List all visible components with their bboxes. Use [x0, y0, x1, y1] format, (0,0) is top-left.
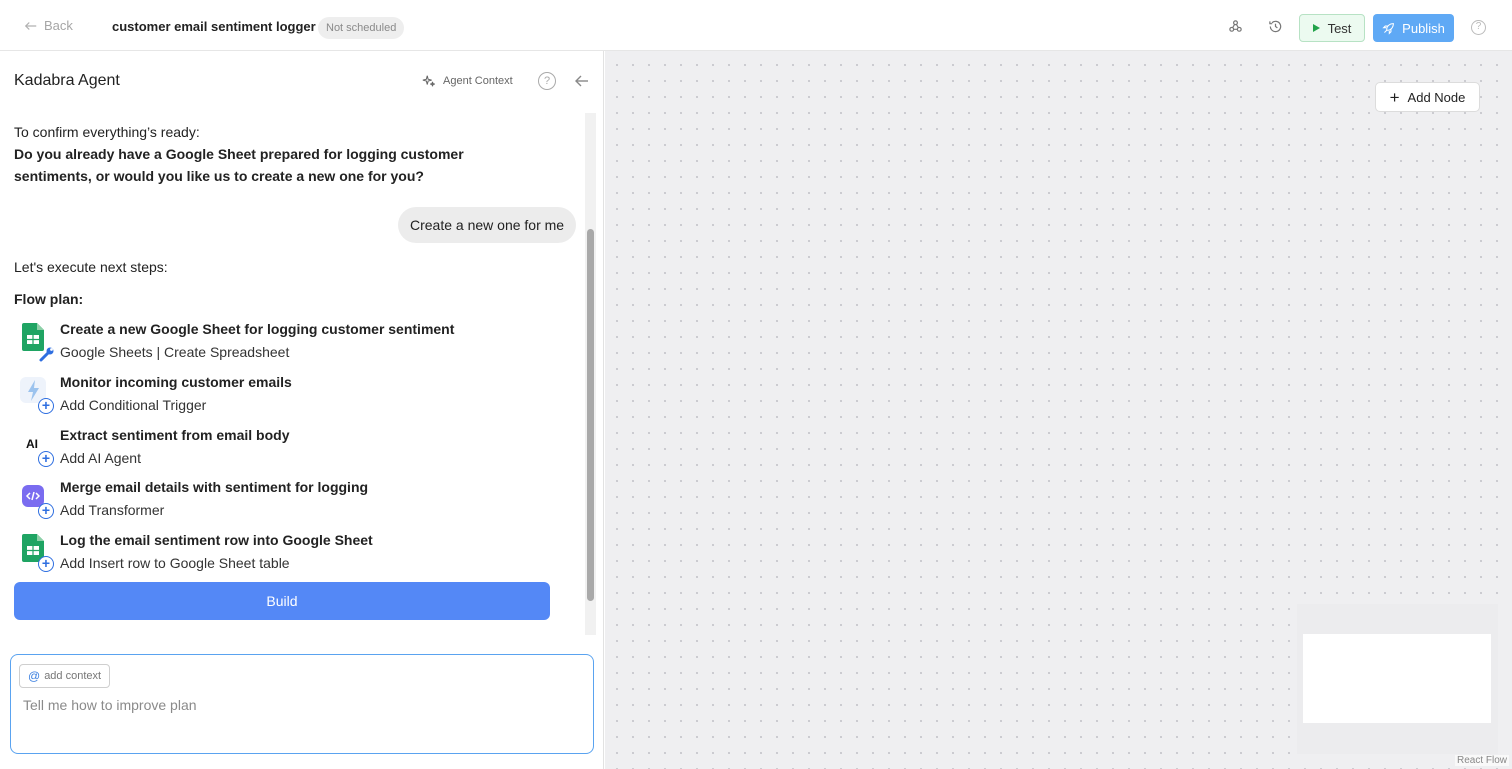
- agent-question: Do you already have a Google Sheet prepa…: [14, 146, 464, 184]
- next-steps-text: Let's execute next steps:: [14, 259, 168, 275]
- flow-plan-heading: Flow plan:: [14, 291, 84, 307]
- step-title: Create a new Google Sheet for logging cu…: [60, 321, 455, 337]
- agent-context-button[interactable]: Agent Context: [422, 74, 513, 88]
- back-label: Back: [44, 18, 73, 33]
- step-title: Log the email sentiment row into Google …: [60, 532, 373, 548]
- flow-title[interactable]: customer email sentiment logger: [112, 19, 316, 34]
- plan-step: + Monitor incoming customer emails Add C…: [14, 374, 574, 420]
- add-node-label: Add Node: [1407, 89, 1466, 105]
- add-plus-icon: +: [38, 503, 54, 519]
- add-plus-icon: +: [38, 398, 54, 414]
- webhook-icon[interactable]: [1226, 17, 1244, 35]
- wrench-icon: [39, 347, 54, 362]
- svg-text:AI: AI: [26, 437, 38, 451]
- panel-help-icon[interactable]: ?: [538, 72, 556, 90]
- flow-canvas[interactable]: + Add Node React Flow: [605, 51, 1512, 769]
- schedule-status-badge[interactable]: Not scheduled: [318, 17, 405, 39]
- agent-message: To confirm everything’s ready: Do you al…: [14, 121, 494, 187]
- prompt-input[interactable]: [23, 697, 583, 713]
- react-flow-attribution[interactable]: React Flow: [1454, 755, 1509, 766]
- panel-title: Kadabra Agent: [14, 72, 120, 89]
- confirm-line: To confirm everything’s ready:: [14, 124, 200, 140]
- step-subtitle: Add Transformer: [60, 502, 165, 518]
- step-subtitle: Google Sheets | Create Spreadsheet: [60, 344, 290, 360]
- add-plus-icon: +: [38, 451, 54, 467]
- add-plus-icon: +: [38, 556, 54, 572]
- play-icon: [1312, 24, 1320, 32]
- rocket-icon: [1382, 22, 1395, 35]
- publish-label: Publish: [1402, 20, 1445, 36]
- at-icon: @: [28, 669, 41, 683]
- build-button[interactable]: Build: [14, 582, 550, 620]
- add-node-button[interactable]: + Add Node: [1375, 82, 1480, 112]
- collapse-panel-icon[interactable]: [574, 73, 590, 89]
- plus-icon: +: [1389, 87, 1400, 107]
- step-title: Merge email details with sentiment for l…: [60, 479, 369, 495]
- plan-step: AI + Extract sentiment from email body A…: [14, 427, 574, 473]
- user-message-bubble: Create a new one for me: [398, 207, 577, 243]
- top-bar: Back customer email sentiment logger Not…: [0, 0, 1512, 51]
- minimap[interactable]: [1297, 604, 1498, 754]
- step-subtitle: Add Insert row to Google Sheet table: [60, 555, 290, 571]
- sparkle-icon: [422, 75, 435, 87]
- help-icon[interactable]: ?: [1471, 20, 1486, 35]
- step-subtitle: Add Conditional Trigger: [60, 397, 207, 413]
- add-context-chip[interactable]: @ add context: [19, 664, 111, 688]
- prompt-composer: @ add context: [10, 654, 594, 754]
- step-subtitle: Add AI Agent: [60, 450, 141, 466]
- plan-step: + Log the email sentiment row into Googl…: [14, 532, 574, 578]
- agent-context-label: Agent Context: [443, 75, 513, 87]
- minimap-viewport[interactable]: [1303, 634, 1491, 723]
- publish-button[interactable]: Publish: [1373, 14, 1454, 42]
- history-icon[interactable]: [1266, 17, 1284, 35]
- chat-scrollbar-thumb[interactable]: [587, 229, 594, 601]
- step-title: Extract sentiment from email body: [60, 427, 290, 443]
- back-button[interactable]: Back: [24, 18, 73, 33]
- plan-step: + Merge email details with sentiment for…: [14, 479, 574, 525]
- add-context-label: add context: [44, 670, 102, 682]
- back-arrow-icon: [24, 21, 37, 30]
- step-title: Monitor incoming customer emails: [60, 374, 292, 390]
- agent-panel: Kadabra Agent Agent Context ? To confirm…: [0, 51, 604, 769]
- test-label: Test: [1327, 20, 1352, 36]
- test-button[interactable]: Test: [1299, 14, 1365, 42]
- plan-step: Create a new Google Sheet for logging cu…: [14, 321, 574, 367]
